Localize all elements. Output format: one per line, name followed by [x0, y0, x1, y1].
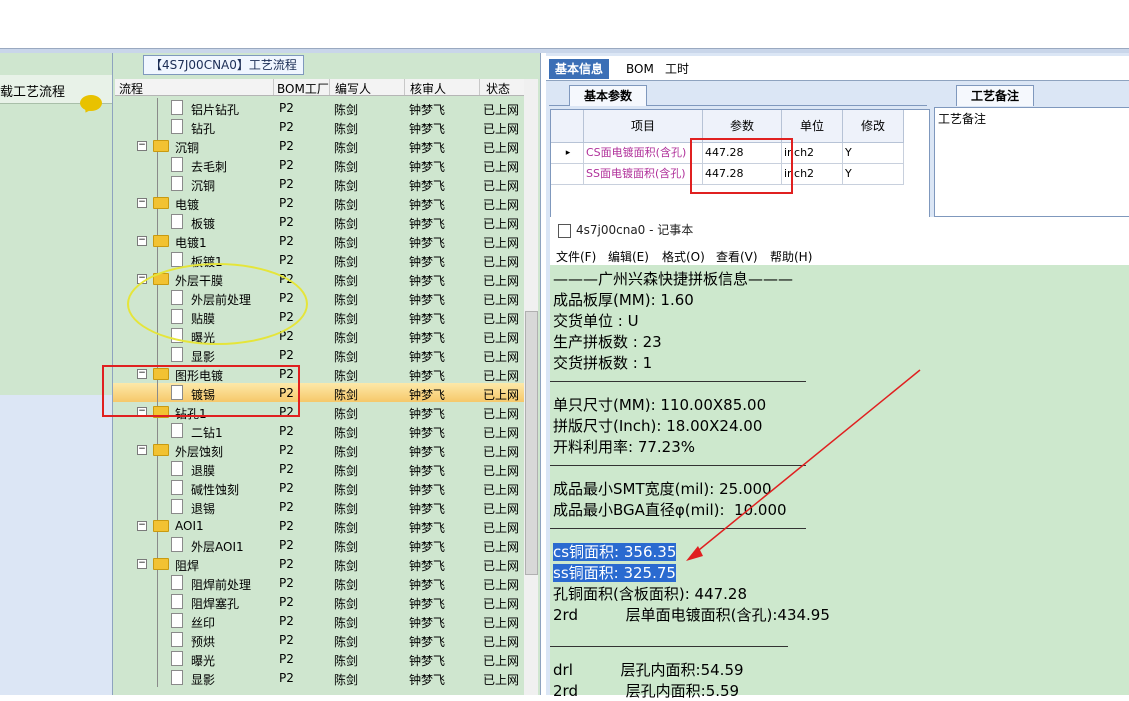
annotation-arrow: [686, 369, 921, 561]
